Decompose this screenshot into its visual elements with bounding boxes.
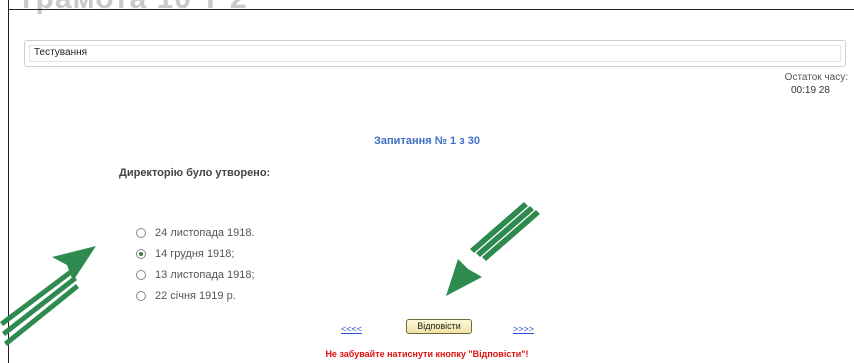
next-question-link[interactable]: >>>> xyxy=(513,324,534,334)
frame-border-top xyxy=(8,9,854,10)
question-number: Запитання № 1 з 30 xyxy=(374,135,480,147)
radio-button[interactable] xyxy=(136,227,146,238)
answer-option-3[interactable]: 13 листопада 1918; xyxy=(136,264,255,285)
previous-question-link[interactable]: <<<< xyxy=(341,324,362,334)
test-panel-inner xyxy=(29,45,841,62)
answer-label: 22 січня 1919 р. xyxy=(155,289,236,302)
answer-option-1[interactable]: 24 листопада 1918. xyxy=(136,222,255,243)
timer-value: 00:19 28 xyxy=(791,85,830,96)
reminder-message: Не забувайте натиснути кнопку "Відповіст… xyxy=(325,349,529,359)
answer-list: 24 листопада 1918. 14 грудня 1918; 13 ли… xyxy=(136,222,255,306)
answer-submit-button[interactable]: Відповісти xyxy=(406,319,472,334)
arrow-right-icon xyxy=(446,202,540,296)
radio-button[interactable] xyxy=(136,290,146,301)
frame-border-left xyxy=(8,0,9,363)
page-header-title: грамота 10 Т 2 xyxy=(22,0,248,16)
answer-label: 24 листопада 1918. xyxy=(155,226,255,239)
radio-button-selected[interactable] xyxy=(136,248,146,259)
answer-option-2[interactable]: 14 грудня 1918; xyxy=(136,243,255,264)
test-panel: Тестування xyxy=(24,40,846,67)
question-text: Директорію було утворено: xyxy=(119,167,271,179)
timer-label: Остаток часу: xyxy=(784,72,848,83)
test-panel-title: Тестування xyxy=(34,47,88,58)
answer-label: 14 грудня 1918; xyxy=(155,247,235,260)
answer-option-4[interactable]: 22 січня 1919 р. xyxy=(136,285,255,306)
answer-label: 13 листопада 1918; xyxy=(155,268,255,281)
radio-button[interactable] xyxy=(136,269,146,280)
arrow-left-icon xyxy=(0,246,96,346)
